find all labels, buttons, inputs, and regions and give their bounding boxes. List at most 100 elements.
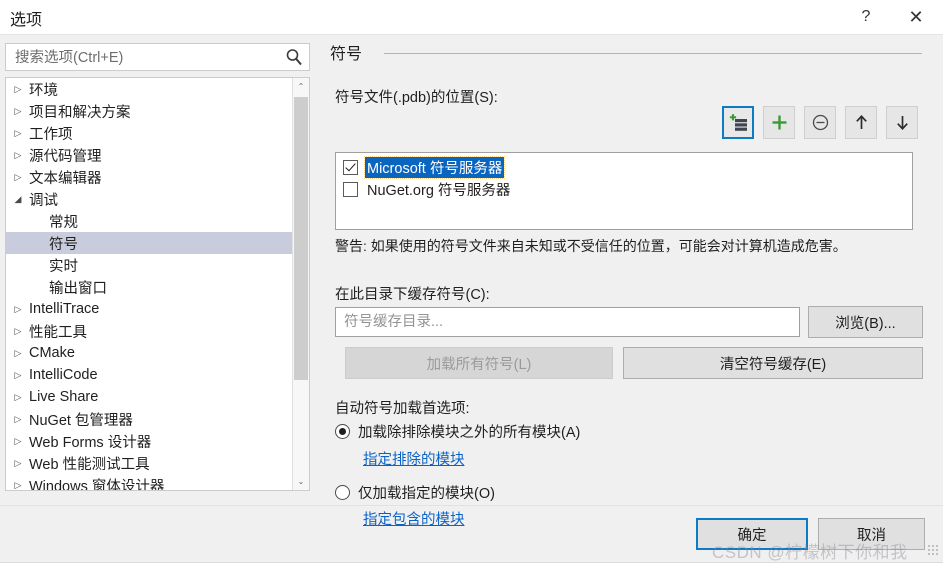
expander-collapsed-icon[interactable]: ▷: [11, 480, 25, 491]
tree-item-label: 调试: [29, 192, 58, 209]
list-item[interactable]: NuGet.org 符号服务器: [336, 178, 912, 200]
scroll-down-icon[interactable]: ⌄: [293, 473, 309, 490]
search-icon: [286, 49, 302, 66]
expander-collapsed-icon[interactable]: ▷: [11, 150, 25, 161]
tree-item[interactable]: ▷实时: [6, 254, 293, 276]
radio-load-all-except-excluded[interactable]: 加载除排除模块之外的所有模块(A): [335, 421, 580, 442]
tree-item[interactable]: ▷ Web 性能测试工具: [6, 452, 293, 474]
new-symbol-server-location-button[interactable]: [722, 106, 754, 139]
expander-collapsed-icon[interactable]: ▷: [11, 304, 25, 315]
tree-item-label: 环境: [29, 82, 58, 99]
checkbox-icon[interactable]: [343, 181, 358, 197]
tree-item[interactable]: ▷输出窗口: [6, 276, 293, 298]
symbol-locations-list[interactable]: Microsoft 符号服务器 NuGet.org 符号服务器: [335, 152, 913, 230]
tree-item[interactable]: ▷ 文本编辑器: [6, 166, 293, 188]
tree-item[interactable]: ▷ IntelliCode: [6, 364, 293, 386]
tree-item[interactable]: ▷常规: [6, 210, 293, 232]
expander-collapsed-icon[interactable]: ▷: [11, 172, 25, 183]
radio-indicator: [335, 485, 350, 500]
header-divider: [384, 52, 922, 54]
cache-directory-label: 在此目录下缓存符号(C):: [335, 287, 490, 303]
tree-item[interactable]: ▷符号: [6, 232, 293, 254]
title-bar: 选项 ? ✕: [0, 0, 943, 35]
pane-header: 符号: [330, 40, 922, 64]
add-location-button[interactable]: [763, 106, 795, 139]
search-input[interactable]: [13, 44, 277, 72]
tree-item[interactable]: ▷ 源代码管理: [6, 144, 293, 166]
clear-symbol-cache-button[interactable]: 清空符号缓存(E): [623, 347, 923, 379]
expander-collapsed-icon[interactable]: ▷: [11, 370, 25, 381]
expander-collapsed-icon[interactable]: ▷: [11, 128, 25, 139]
list-item-label: NuGet.org 符号服务器: [367, 182, 511, 199]
tree-item[interactable]: ▷ Web Forms 设计器: [6, 430, 293, 452]
tree-item-label: 符号: [49, 236, 78, 253]
expander-collapsed-icon[interactable]: ▷: [11, 392, 25, 403]
expander-collapsed-icon[interactable]: ▷: [11, 348, 25, 359]
tree-item[interactable]: ▷ 环境: [6, 78, 293, 100]
expander-collapsed-icon[interactable]: ▷: [11, 436, 25, 447]
tree-item-label: 常规: [49, 214, 78, 231]
expander-collapsed-icon[interactable]: ▷: [11, 414, 25, 425]
checkbox-icon[interactable]: [343, 159, 358, 175]
list-item-label: Microsoft 符号服务器: [363, 155, 506, 179]
tree-item[interactable]: ▷ IntelliTrace: [6, 298, 293, 320]
tree-item-label: 实时: [49, 258, 78, 275]
footer-divider: [0, 505, 943, 506]
tree-item[interactable]: ▷ 项目和解决方案: [6, 100, 293, 122]
tree-item-label: 文本编辑器: [29, 170, 102, 187]
tree-item-label: IntelliCode: [29, 367, 98, 383]
tree-item-label: 输出窗口: [49, 280, 107, 297]
move-down-button[interactable]: [886, 106, 918, 139]
symbol-locations-toolbar: [722, 106, 918, 139]
symbol-warning-text: 警告: 如果使用的符号文件来自未知或不受信任的位置，可能会对计算机造成危害。: [335, 238, 847, 254]
tree-item-label: 项目和解决方案: [29, 104, 131, 121]
pdb-locations-label: 符号文件(.pdb)的位置(S):: [335, 90, 498, 106]
cache-directory-input[interactable]: [335, 307, 800, 337]
expander-expanded-icon[interactable]: ◢: [11, 194, 25, 205]
radio-label: 仅加载指定的模块(O): [358, 486, 495, 502]
tree-item[interactable]: ▷ 工作项: [6, 122, 293, 144]
scrollbar-thumb[interactable]: [294, 97, 308, 380]
list-item[interactable]: Microsoft 符号服务器: [336, 155, 912, 179]
radio-load-only-specified[interactable]: 仅加载指定的模块(O): [335, 482, 495, 503]
page-title: 选项: [10, 12, 43, 29]
close-icon[interactable]: ✕: [893, 0, 939, 34]
expander-collapsed-icon[interactable]: ▷: [11, 106, 25, 117]
options-dialog: 选项 ? ✕ ▷环境▷项目和解决方案▷工作项▷源代码管理▷文本编辑器◢调试▷常规…: [0, 0, 943, 571]
cancel-button[interactable]: 取消: [818, 518, 925, 550]
autoload-preferences-label: 自动符号加载首选项:: [335, 401, 470, 417]
expander-collapsed-icon[interactable]: ▷: [11, 326, 25, 337]
tree-item-label: Web 性能测试工具: [29, 456, 150, 473]
tree-item[interactable]: ▷ Live Share: [6, 386, 293, 408]
scroll-up-icon[interactable]: ⌃: [293, 78, 309, 95]
tree-item[interactable]: ▷ CMake: [6, 342, 293, 364]
move-up-button[interactable]: [845, 106, 877, 139]
expander-collapsed-icon[interactable]: ▷: [11, 84, 25, 95]
tree-item-label: Live Share: [29, 389, 99, 405]
radio-indicator: [335, 424, 350, 439]
tree-item-label: 源代码管理: [29, 148, 102, 165]
tree-item[interactable]: ▷ Windows 窗体设计器: [6, 474, 293, 491]
tree-item-label: CMake: [29, 345, 75, 361]
expander-collapsed-icon[interactable]: ▷: [11, 458, 25, 469]
browse-button[interactable]: 浏览(B)...: [808, 306, 923, 338]
ok-button[interactable]: 确定: [696, 518, 808, 550]
tree-scrollbar[interactable]: ⌃ ⌄: [292, 78, 309, 490]
remove-location-button[interactable]: [804, 106, 836, 139]
specify-excluded-modules-link[interactable]: 指定排除的模块: [363, 448, 465, 469]
specify-included-modules-link[interactable]: 指定包含的模块: [363, 508, 465, 529]
tree-list: ▷环境▷项目和解决方案▷工作项▷源代码管理▷文本编辑器◢调试▷常规▷符号▷实时▷…: [6, 78, 293, 490]
tree-item-label: Windows 窗体设计器: [29, 478, 165, 491]
tree-item[interactable]: ◢ 调试: [6, 188, 293, 210]
search-box[interactable]: [5, 43, 310, 72]
help-icon[interactable]: ?: [843, 0, 889, 34]
options-category-tree[interactable]: ▷环境▷项目和解决方案▷工作项▷源代码管理▷文本编辑器◢调试▷常规▷符号▷实时▷…: [5, 77, 310, 491]
tree-item-label: IntelliTrace: [29, 301, 100, 317]
tree-item-label: 工作项: [29, 126, 73, 143]
tree-item-label: Web Forms 设计器: [29, 434, 152, 451]
tree-item[interactable]: ▷ NuGet 包管理器: [6, 408, 293, 430]
tree-item-label: 性能工具: [29, 324, 87, 341]
tree-item[interactable]: ▷ 性能工具: [6, 320, 293, 342]
resize-grip[interactable]: [927, 544, 938, 555]
radio-label: 加载除排除模块之外的所有模块(A): [358, 425, 581, 441]
